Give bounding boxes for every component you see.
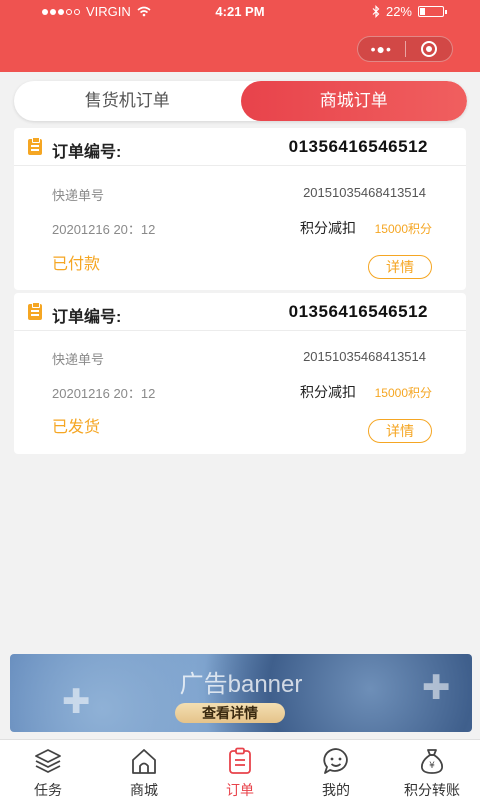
order-date: 20201216 20：12	[52, 222, 156, 237]
mini-program-capsule: •●•	[357, 36, 453, 62]
tab-vending-orders[interactable]: 售货机订单	[14, 81, 241, 121]
points-deduct-label: 积分减扣	[300, 384, 356, 400]
record-icon	[420, 41, 437, 57]
order-number-label: 订单编号:	[52, 309, 122, 326]
svg-text:¥: ¥	[429, 761, 435, 771]
clipboard-icon	[28, 137, 42, 155]
nav-bar: •●•	[0, 26, 480, 72]
bluetooth-icon	[372, 5, 380, 18]
tracking-number: 20151035468413514	[303, 349, 426, 364]
points-value: 15000积分	[374, 386, 432, 400]
layers-icon	[35, 749, 61, 773]
points-deduct-label: 积分减扣	[300, 220, 356, 236]
banner-title: 广告banner	[179, 671, 303, 698]
more-icon[interactable]: •●•	[358, 41, 405, 57]
tabbar-label: 我的	[322, 782, 350, 798]
tabbar-item-points-transfer[interactable]: ¥ 积分转账	[384, 740, 480, 800]
tabbar-item-orders[interactable]: 订单	[192, 740, 288, 800]
clipboard-icon	[28, 302, 42, 320]
tracking-label: 快递单号	[52, 188, 105, 203]
points-value: 15000积分	[374, 222, 432, 236]
face-icon	[323, 748, 348, 774]
battery-icon	[418, 6, 447, 17]
tabbar-item-mine[interactable]: 我的	[288, 740, 384, 800]
order-card: 订单编号: 01356416546512 快递单号 20151035468413…	[14, 293, 466, 454]
detail-button[interactable]: 详情	[368, 419, 432, 443]
order-number-label: 订单编号:	[52, 144, 122, 161]
order-status: 已发货	[52, 419, 101, 436]
tracking-number: 20151035468413514	[303, 185, 426, 200]
tab-mall-orders[interactable]: 商城订单	[240, 81, 467, 121]
banner-view-details-button[interactable]: 查看详情	[175, 703, 285, 723]
clipboard-icon	[229, 747, 251, 774]
order-date: 20201216 20：12	[52, 386, 156, 401]
tabbar-label: 订单	[226, 782, 254, 798]
battery-percent: 22%	[385, 4, 412, 19]
order-type-tabs: 售货机订单 商城订单	[14, 81, 467, 121]
tracking-label: 快递单号	[52, 352, 105, 367]
order-number: 01356416546512	[288, 137, 428, 156]
order-number: 01356416546512	[288, 302, 428, 321]
close-button[interactable]	[406, 41, 453, 57]
tabbar-item-tasks[interactable]: 任务	[0, 740, 96, 800]
home-icon	[132, 749, 156, 774]
money-bag-icon: ¥	[421, 749, 443, 774]
status-bar: VIRGIN 4:21 PM 22%	[0, 0, 480, 26]
detail-button[interactable]: 详情	[368, 255, 432, 279]
order-header: 订单编号: 01356416546512	[14, 128, 466, 166]
tabbar-label: 积分转账	[404, 782, 460, 798]
ad-banner[interactable]: ✚ ✚ 广告banner 查看详情	[10, 654, 472, 732]
tabbar-label: 商城	[130, 782, 158, 798]
order-status: 已付款	[52, 256, 101, 273]
tabbar-label: 任务	[34, 782, 62, 798]
order-card: 订单编号: 01356416546512 快递单号 20151035468413…	[14, 128, 466, 290]
bottom-tab-bar: 任务 商城 订单 我的 ¥ 积分转账	[0, 739, 480, 800]
tabbar-item-mall[interactable]: 商城	[96, 740, 192, 800]
order-header: 订单编号: 01356416546512	[14, 293, 466, 331]
